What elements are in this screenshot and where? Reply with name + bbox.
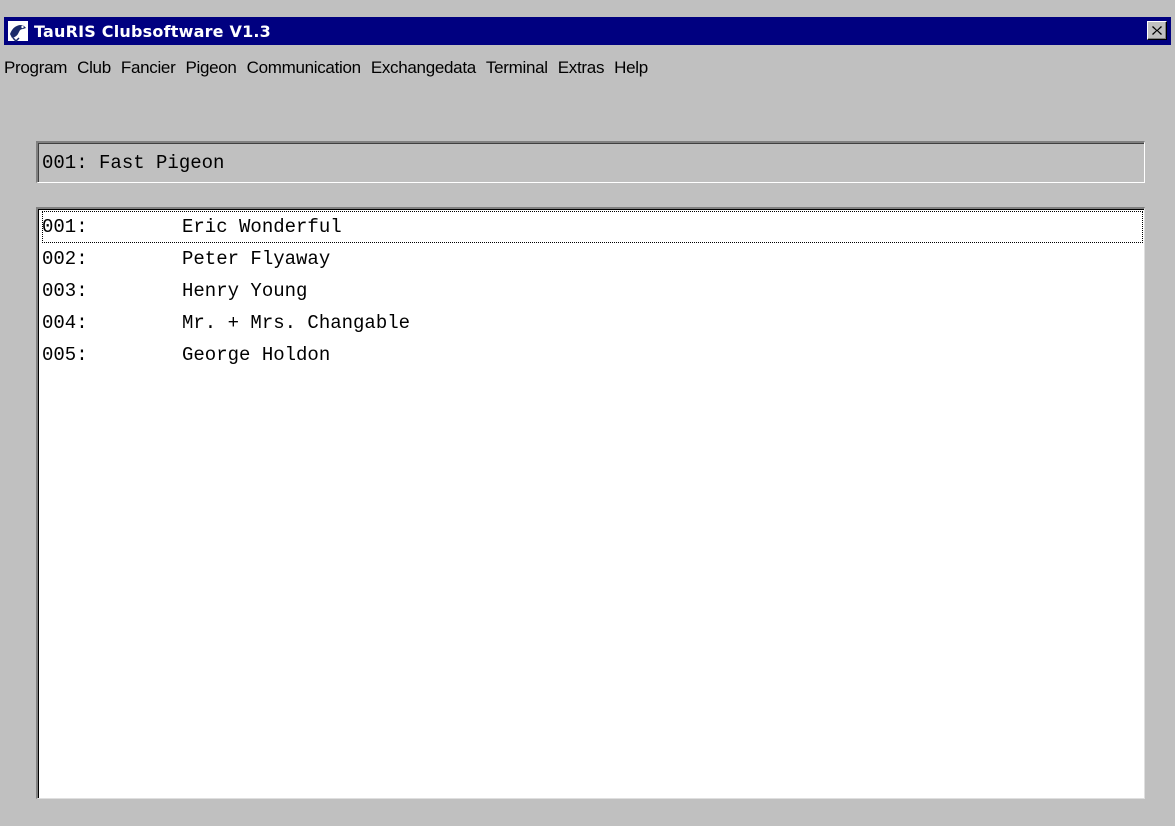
fancier-number: 001: bbox=[42, 216, 88, 238]
menu-terminal[interactable]: Terminal bbox=[481, 58, 553, 78]
list-item[interactable]: 002: Peter Flyaway bbox=[42, 243, 1144, 275]
fancier-number: 005: bbox=[42, 344, 88, 366]
menu-bar: Program Club Fancier Pigeon Communicatio… bbox=[4, 56, 653, 80]
list-item[interactable]: 004: Mr. + Mrs. Changable bbox=[42, 307, 1144, 339]
main-window: TauRIS Clubsoftware V1.3 Program Club Fa… bbox=[0, 0, 1175, 826]
fancier-name: George Holdon bbox=[182, 344, 331, 366]
list-item[interactable]: 001: Eric Wonderful bbox=[42, 211, 1143, 243]
club-field-value: 001: Fast Pigeon bbox=[42, 151, 225, 174]
menu-program[interactable]: Program bbox=[4, 58, 72, 78]
window-title: TauRIS Clubsoftware V1.3 bbox=[34, 21, 272, 41]
fancier-number: 002: bbox=[42, 248, 88, 270]
close-icon bbox=[1152, 26, 1162, 35]
fancier-name: Eric Wonderful bbox=[182, 216, 342, 238]
fancier-name: Henry Young bbox=[182, 280, 308, 302]
title-bar[interactable]: TauRIS Clubsoftware V1.3 bbox=[4, 17, 1171, 45]
club-display-field: 001: Fast Pigeon bbox=[36, 141, 1145, 183]
menu-communication[interactable]: Communication bbox=[242, 58, 366, 78]
fancier-number: 004: bbox=[42, 312, 88, 334]
fancier-listbox[interactable]: 001: Eric Wonderful 002: Peter Flyaway 0… bbox=[36, 207, 1145, 799]
pigeon-icon[interactable] bbox=[6, 19, 30, 43]
menu-extras[interactable]: Extras bbox=[553, 58, 609, 78]
fancier-number: 003: bbox=[42, 280, 88, 302]
fancier-name: Mr. + Mrs. Changable bbox=[182, 312, 411, 334]
menu-pigeon[interactable]: Pigeon bbox=[180, 58, 241, 78]
menu-club[interactable]: Club bbox=[72, 58, 116, 78]
menu-exchangedata[interactable]: Exchangedata bbox=[366, 58, 481, 78]
close-button[interactable] bbox=[1147, 21, 1167, 40]
fancier-name: Peter Flyaway bbox=[182, 248, 331, 270]
menu-fancier[interactable]: Fancier bbox=[116, 58, 181, 78]
menu-help[interactable]: Help bbox=[609, 58, 653, 78]
list-item[interactable]: 003: Henry Young bbox=[42, 275, 1144, 307]
list-item[interactable]: 005: George Holdon bbox=[42, 339, 1144, 371]
